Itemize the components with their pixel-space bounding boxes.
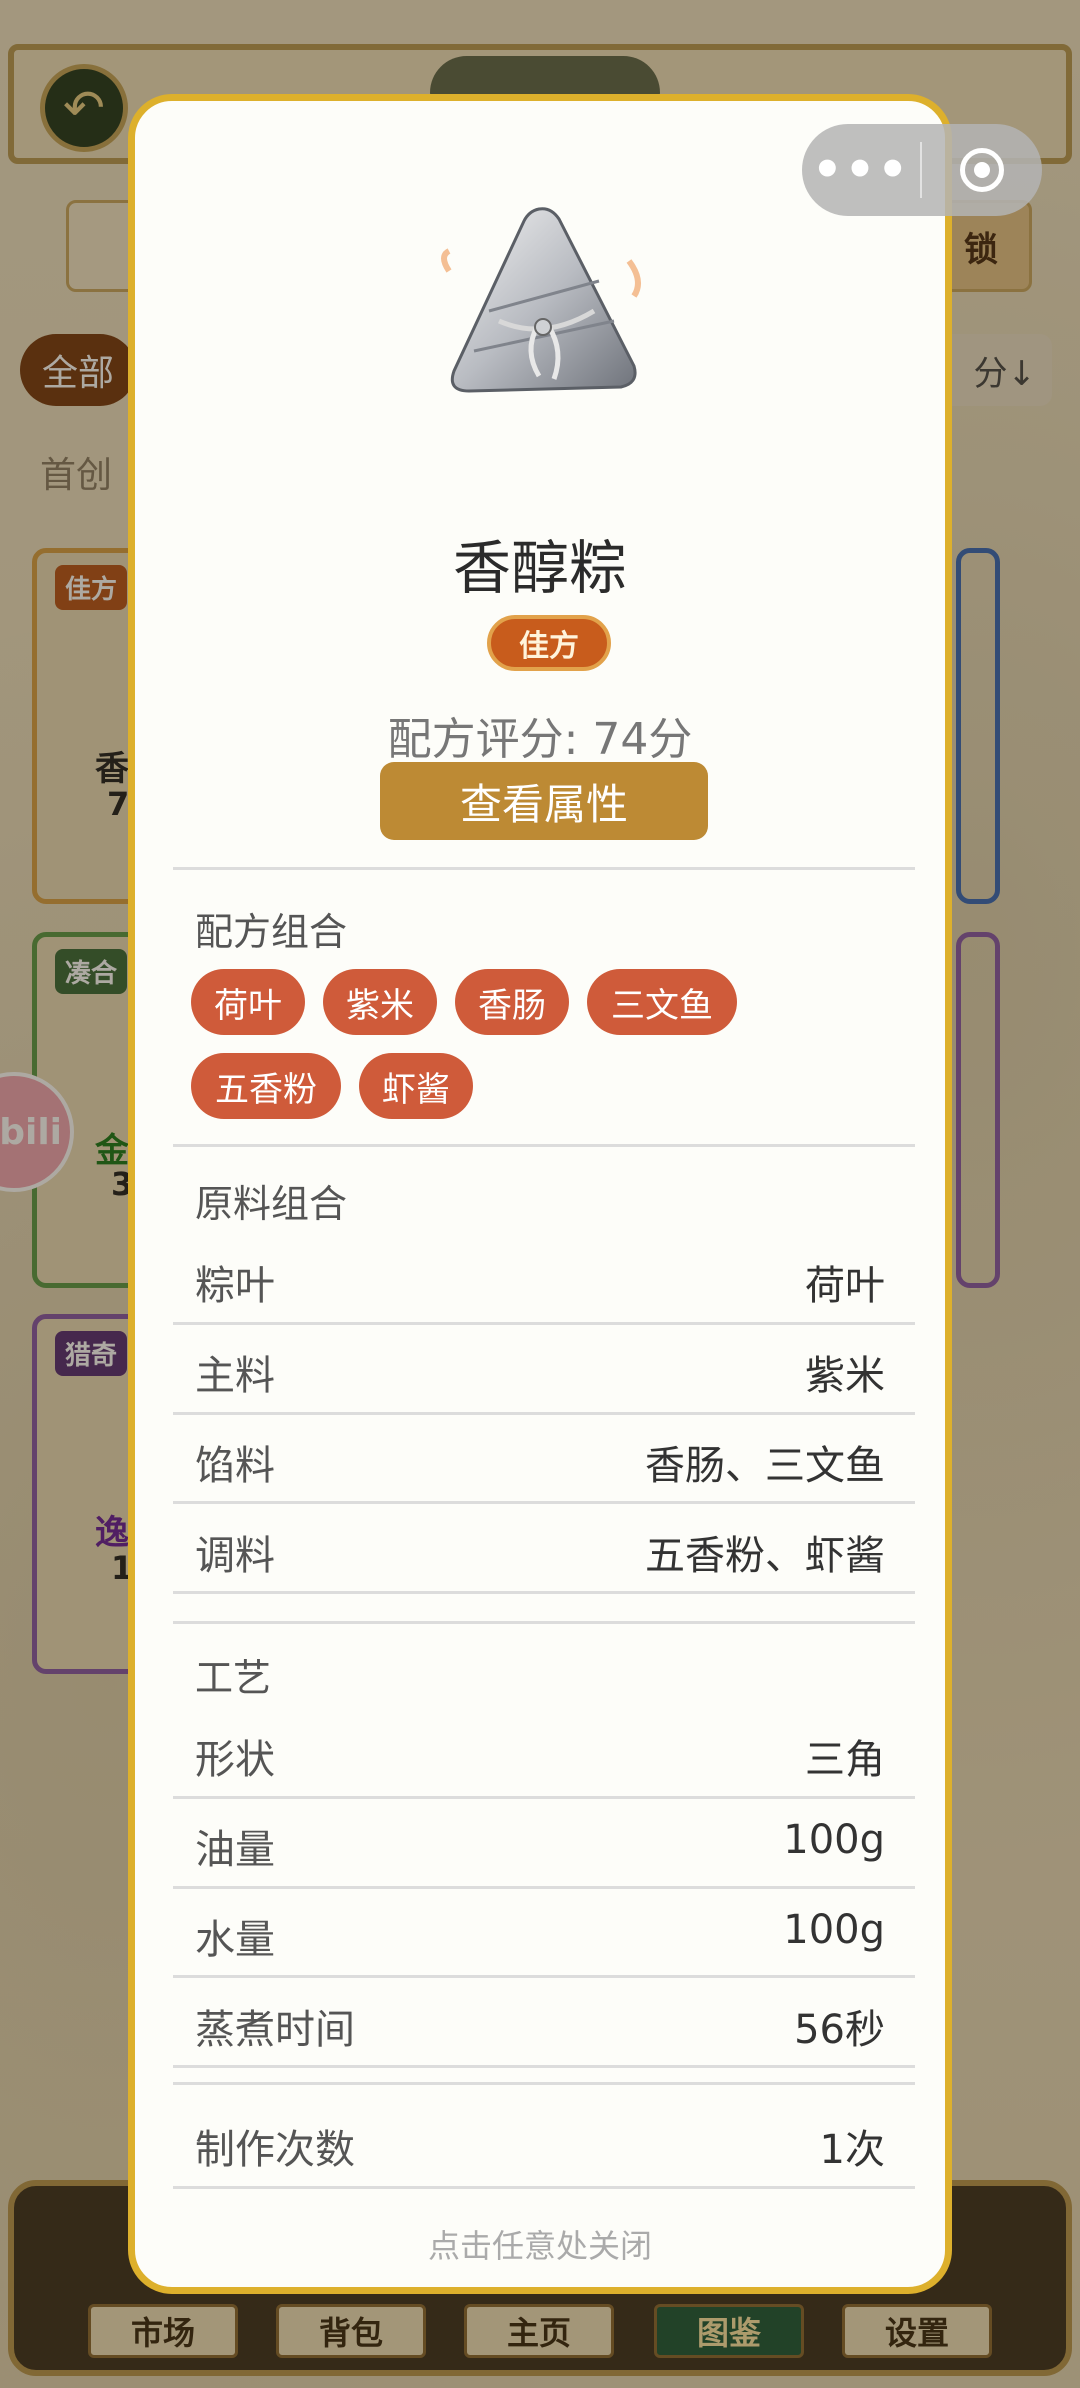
row-value-steam-time: 56秒 bbox=[794, 2007, 885, 2053]
row-label-shape: 形状 bbox=[195, 1737, 275, 1783]
row-value-filling: 香肠、三文鱼 bbox=[645, 1443, 885, 1489]
target-close-icon bbox=[960, 148, 1004, 192]
miniprogram-capsule: ••• bbox=[802, 124, 1042, 216]
divider bbox=[173, 1621, 915, 1624]
row-value-shape: 三角 bbox=[805, 1737, 885, 1783]
recipe-name: 香醇粽 bbox=[452, 534, 627, 602]
divider bbox=[173, 1886, 915, 1889]
divider bbox=[173, 1322, 915, 1325]
recipe-chip: 三文鱼 bbox=[587, 969, 737, 1035]
row-label-seasoning: 调料 bbox=[195, 1533, 275, 1579]
recipe-chip: 香肠 bbox=[455, 969, 569, 1035]
divider bbox=[173, 1975, 915, 1978]
close-hint: 点击任意处关闭 bbox=[427, 2227, 652, 2265]
capsule-close-button[interactable] bbox=[922, 148, 1042, 192]
grade-badge: 佳方 bbox=[487, 615, 611, 671]
row-label-main: 主料 bbox=[195, 1353, 275, 1399]
row-value-water: 100g bbox=[783, 1907, 885, 1953]
craft-title: 工艺 bbox=[195, 1656, 272, 1700]
divider bbox=[173, 2065, 915, 2068]
row-label-oil: 油量 bbox=[195, 1827, 275, 1873]
recipe-chip: 紫米 bbox=[323, 969, 437, 1035]
divider bbox=[173, 867, 915, 870]
row-label-steam-time: 蒸煮时间 bbox=[195, 2007, 355, 2053]
row-label-filling: 馅料 bbox=[195, 1443, 275, 1489]
row-value-oil: 100g bbox=[783, 1817, 885, 1863]
row-value-leaf: 荷叶 bbox=[805, 1263, 885, 1309]
more-dots-icon[interactable]: ••• bbox=[802, 124, 920, 216]
row-value-count: 1次 bbox=[819, 2127, 885, 2173]
row-value-main: 紫米 bbox=[805, 1353, 885, 1399]
divider bbox=[173, 1144, 915, 1147]
ingredient-combo-title: 原料组合 bbox=[195, 1182, 348, 1226]
row-label-leaf: 粽叶 bbox=[195, 1263, 275, 1309]
zongzi-triangle-image bbox=[441, 207, 641, 393]
divider bbox=[173, 1591, 915, 1594]
row-value-seasoning: 五香粉、虾酱 bbox=[645, 1533, 885, 1579]
view-attributes-button[interactable]: 查看属性 bbox=[380, 762, 708, 840]
recipe-chip: 荷叶 bbox=[191, 969, 305, 1035]
divider bbox=[173, 1412, 915, 1415]
recipe-chip: 五香粉 bbox=[191, 1053, 341, 1119]
divider bbox=[173, 2186, 915, 2189]
recipe-detail-modal: 香醇粽 佳方 配方评分: 74分 查看属性 配方组合 荷叶 紫米 香肠 三文鱼 … bbox=[128, 94, 952, 2294]
divider bbox=[173, 2082, 915, 2085]
recipe-combo-title: 配方组合 bbox=[195, 910, 348, 954]
divider bbox=[173, 1796, 915, 1799]
divider bbox=[173, 1501, 915, 1504]
recipe-chip: 虾酱 bbox=[359, 1053, 473, 1119]
row-label-count: 制作次数 bbox=[195, 2127, 355, 2173]
recipe-score: 配方评分: 74分 bbox=[387, 714, 693, 765]
row-label-water: 水量 bbox=[195, 1917, 275, 1963]
